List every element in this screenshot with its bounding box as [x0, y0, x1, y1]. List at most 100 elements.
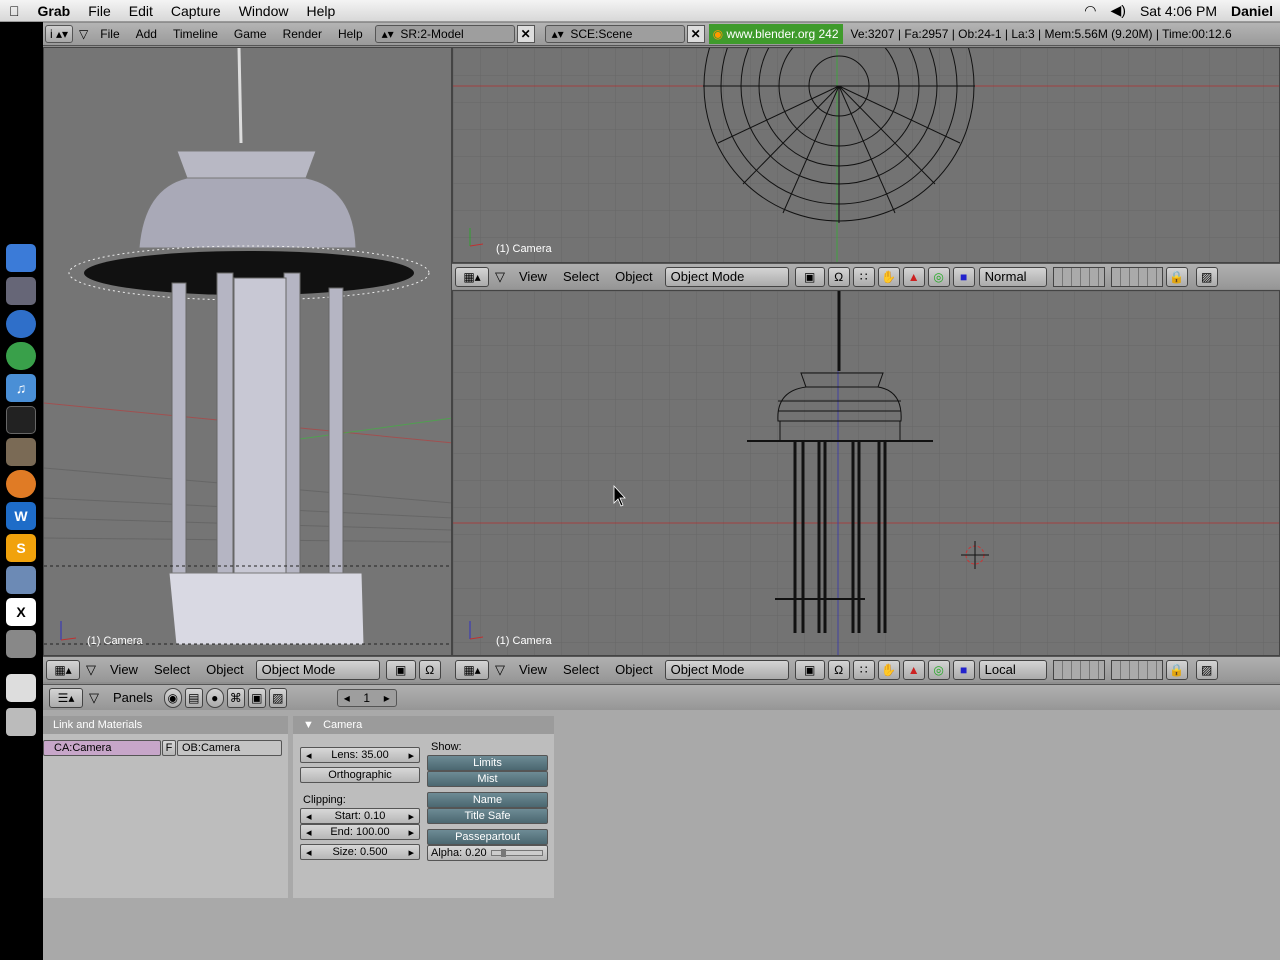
info-menu-help[interactable]: Help [330, 27, 371, 41]
blender-icon[interactable] [6, 470, 36, 498]
info-menu-game[interactable]: Game [226, 27, 275, 41]
frame-field[interactable]: ◂ 1 ▸ [336, 688, 397, 707]
object-icon[interactable]: ⌘ [226, 687, 245, 708]
word-icon[interactable]: W [6, 502, 36, 530]
screen-close-button[interactable]: ✕ [516, 25, 535, 43]
collapse-icon[interactable]: ▽ [489, 269, 511, 285]
screen-selector[interactable]: ▴▾ SR:2-Model [374, 25, 515, 43]
logic-icon[interactable]: ◉ [163, 687, 182, 708]
menu-edit[interactable]: Edit [120, 3, 162, 19]
layer-buttons-2[interactable] [1110, 659, 1163, 680]
terminal-icon[interactable] [6, 406, 36, 434]
collapse-icon[interactable]: ▽ [489, 662, 511, 678]
grid-menu-icon[interactable]: ▦▴ [455, 266, 489, 287]
layer-buttons[interactable] [1052, 659, 1105, 680]
lock-icon[interactable]: 🔒 [1165, 266, 1188, 287]
menu-file[interactable]: File [79, 3, 120, 19]
user-name[interactable]: Daniel [1224, 3, 1280, 19]
passepartout-button[interactable]: Passepartout [427, 829, 548, 845]
volume-icon[interactable]: ◀) [1104, 2, 1133, 19]
menu-select[interactable]: Select [146, 662, 198, 677]
lens-field[interactable]: ◂ Lens: 35.00 ▸ [300, 747, 420, 763]
pivot-icon[interactable]: Ω [827, 266, 850, 287]
grid-menu-icon[interactable]: ▦▴ [455, 659, 489, 680]
mist-button[interactable]: Mist [427, 771, 548, 787]
gimp-icon[interactable] [6, 438, 36, 466]
menu-window[interactable]: Window [230, 3, 298, 19]
buttons-menu-icon[interactable]: ☰▴ [49, 687, 83, 708]
script-icon[interactable]: ▤ [184, 687, 203, 708]
camera-data-field[interactable]: CA:Camera [43, 740, 161, 756]
itunes-icon[interactable]: ♫ [6, 374, 36, 402]
editing-icon[interactable]: ▣ [247, 687, 266, 708]
apple-icon[interactable]:  [0, 3, 29, 19]
pivot-icon[interactable]: Ω [827, 659, 850, 680]
x11-icon[interactable]: X [6, 598, 36, 626]
draw-type-icon[interactable]: ▣ [385, 659, 416, 680]
mode-selector[interactable]: Object Mode [255, 659, 380, 680]
preview-icon[interactable] [6, 277, 36, 305]
app-menu[interactable]: Grab [29, 3, 80, 19]
menu-view[interactable]: View [102, 662, 146, 677]
clip-end-field[interactable]: ◂ End: 100.00 ▸ [300, 824, 420, 840]
safari-icon[interactable] [6, 310, 36, 338]
info-menu-file[interactable]: File [92, 27, 127, 41]
photo-icon[interactable] [6, 566, 36, 594]
rotate-icon[interactable]: ◎ [927, 659, 950, 680]
object-name-field[interactable]: OB:Camera [177, 740, 282, 756]
scale-icon[interactable]: ■ [952, 659, 975, 680]
scale-icon[interactable]: ■ [952, 266, 975, 287]
translate-icon[interactable]: ▲ [902, 266, 925, 287]
shading-icon[interactable]: ● [205, 687, 224, 708]
scene-close-button[interactable]: ✕ [686, 25, 705, 43]
title-safe-button[interactable]: Title Safe [427, 808, 548, 824]
alpha-slider-knob[interactable] [500, 849, 506, 857]
clip-start-field[interactable]: ◂ Start: 0.10 ▸ [300, 808, 420, 824]
menu-object[interactable]: Object [198, 662, 252, 677]
wifi-icon[interactable]: ◠ [1077, 2, 1103, 19]
scene-icon[interactable]: ▨ [268, 687, 287, 708]
viewport-perspective[interactable]: (1) Camera [43, 47, 452, 656]
lock-icon[interactable]: 🔒 [1165, 659, 1188, 680]
rotate-icon[interactable]: ◎ [927, 266, 950, 287]
window-type-icon[interactable]: i ▴▾ [45, 25, 74, 43]
orientation-selector[interactable]: Local [978, 659, 1047, 680]
render-icon[interactable]: ▨ [1195, 659, 1218, 680]
grid-menu-icon[interactable]: ▦▴ [46, 659, 80, 680]
info-menu-add[interactable]: Add [128, 27, 165, 41]
orthographic-button[interactable]: Orthographic [300, 767, 420, 783]
layer-buttons-2[interactable] [1110, 266, 1163, 287]
menu-object[interactable]: Object [607, 662, 661, 677]
mode-selector[interactable]: Object Mode [664, 659, 789, 680]
size-field[interactable]: ◂ Size: 0.500 ▸ [300, 844, 420, 860]
draw-type-icon[interactable]: ▣ [794, 659, 825, 680]
alpha-slider[interactable]: Alpha: 0.20 [427, 845, 548, 861]
render-icon[interactable]: ▨ [1195, 266, 1218, 287]
pivot-icon[interactable]: Ω [418, 659, 441, 680]
limits-button[interactable]: Limits [427, 755, 548, 771]
name-button[interactable]: Name [427, 792, 548, 808]
menu-help[interactable]: Help [297, 3, 344, 19]
info-menu-render[interactable]: Render [275, 27, 330, 41]
hand-icon[interactable]: ✋ [877, 266, 900, 287]
fake-user-button[interactable]: F [162, 740, 176, 756]
mode-selector[interactable]: Object Mode [664, 266, 789, 287]
viewport-front[interactable]: (1) Camera [452, 290, 1280, 656]
snap-icon[interactable]: ∷ [852, 659, 875, 680]
finder-icon[interactable] [6, 244, 36, 272]
document-icon[interactable] [6, 674, 36, 702]
translate-icon[interactable]: ▲ [902, 659, 925, 680]
collapse-icon[interactable]: ▽ [75, 27, 92, 41]
trash-icon[interactable] [6, 708, 36, 736]
layer-buttons[interactable] [1052, 266, 1105, 287]
panels-label[interactable]: Panels [105, 690, 161, 705]
draw-type-icon[interactable]: ▣ [794, 266, 825, 287]
menu-view[interactable]: View [511, 662, 555, 677]
menu-capture[interactable]: Capture [162, 3, 230, 19]
blender-org-link[interactable]: ◉ www.blender.org 242 [708, 24, 843, 44]
viewport-top[interactable]: (1) Camera [452, 47, 1280, 263]
info-menu-timeline[interactable]: Timeline [165, 27, 226, 41]
menu-object[interactable]: Object [607, 269, 661, 284]
clock[interactable]: Sat 4:06 PM [1133, 3, 1224, 19]
menu-select[interactable]: Select [555, 269, 607, 284]
